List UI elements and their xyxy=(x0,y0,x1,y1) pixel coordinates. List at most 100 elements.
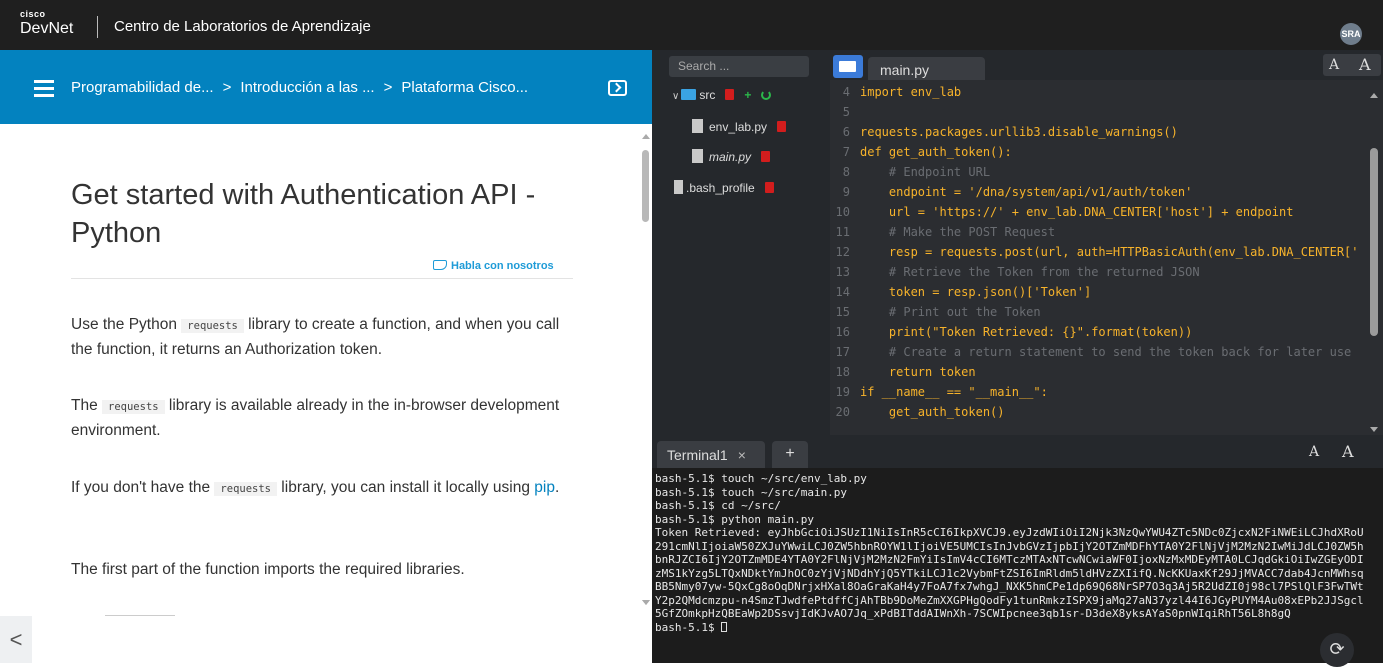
code-text: # Create a return statement to send the … xyxy=(860,345,1352,359)
paragraph-1: Use the Python requests library to creat… xyxy=(71,313,573,362)
breadcrumb: Programabilidad de... > Introducción a las… xyxy=(71,79,528,96)
code-line: 9 endpoint = '/dna/system/api/v1/auth/to… xyxy=(830,182,1193,202)
app-title: Centro de Laboratorios de Aprendizaje xyxy=(114,18,371,35)
file-search-input[interactable]: Search ... xyxy=(669,56,809,77)
scrollbar-thumb[interactable] xyxy=(1370,148,1378,336)
code-text: # Retrieve the Token from the returned J… xyxy=(860,265,1200,279)
trash-icon[interactable] xyxy=(761,151,771,162)
terminal-panel: Terminal1 × + A A bash-5.1$ touch ~/src/e… xyxy=(642,435,1383,667)
terminal-text: bash-5.1$ touch ~/src/env_lab.py bash-5.… xyxy=(655,472,1364,634)
trash-icon[interactable] xyxy=(725,89,735,100)
file-icon xyxy=(692,149,703,163)
code-line: 13 # Retrieve the Token from the returne… xyxy=(830,262,1200,282)
font-increase-button[interactable]: A xyxy=(1359,55,1371,74)
line-number: 17 xyxy=(835,345,850,359)
folder-src[interactable]: ∨ src + xyxy=(672,88,772,106)
lesson-scrollbar[interactable] xyxy=(640,130,652,610)
user-avatar[interactable]: SRA xyxy=(1340,23,1362,45)
logo-cisco-text: cisco xyxy=(20,9,46,19)
line-number: 11 xyxy=(835,225,850,239)
header-divider xyxy=(97,16,98,38)
tab-main-py[interactable]: main.py xyxy=(868,57,985,80)
folder-label: src xyxy=(699,88,716,102)
paragraph-2: The requests library is available alread… xyxy=(71,394,573,443)
code-text: resp = requests.post(url, auth=HTTPBasic… xyxy=(860,245,1359,259)
line-number: 18 xyxy=(835,365,850,379)
pip-link[interactable]: pip xyxy=(534,479,555,496)
font-increase-button[interactable]: A xyxy=(1342,442,1354,461)
terminal-toggle-icon[interactable] xyxy=(608,80,627,96)
add-terminal-button[interactable]: + xyxy=(772,441,808,468)
file-main[interactable]: main.py xyxy=(692,149,771,167)
font-decrease-button[interactable]: A xyxy=(1309,444,1319,460)
line-number: 8 xyxy=(842,165,850,179)
breadcrumb-separator: > xyxy=(383,79,393,96)
editor-font-size-controls: A A xyxy=(1323,54,1381,76)
code-text: # Make the POST Request xyxy=(860,225,1056,239)
code-line: 11 # Make the POST Request xyxy=(830,222,1056,242)
terminal-output[interactable]: bash-5.1$ touch ~/src/env_lab.py bash-5.… xyxy=(655,472,1370,634)
talk-to-us-link[interactable]: Habla con nosotros xyxy=(433,260,554,272)
line-number: 20 xyxy=(835,405,850,419)
plus-icon[interactable]: + xyxy=(744,88,751,102)
title-divider xyxy=(71,278,573,279)
p3-text-post: . xyxy=(554,479,560,496)
p1-inline-code: requests xyxy=(181,319,244,333)
breadcrumb-item-1[interactable]: Programabilidad de... xyxy=(71,79,214,96)
code-text: # Endpoint URL xyxy=(860,165,991,179)
scroll-down-arrow-icon[interactable] xyxy=(1370,427,1378,432)
previous-page-button[interactable]: < xyxy=(0,616,32,663)
p2-inline-code: requests xyxy=(102,400,165,414)
trash-icon[interactable] xyxy=(764,182,774,193)
refresh-icon[interactable] xyxy=(761,90,772,100)
breadcrumb-item-2[interactable]: Introducción a las ... xyxy=(240,79,374,96)
breadcrumb-separator: > xyxy=(222,79,232,96)
lesson-pane: Programabilidad de... > Introducción a las… xyxy=(0,50,652,663)
line-number: 5 xyxy=(842,105,850,119)
line-number: 14 xyxy=(835,285,850,299)
folder-icon xyxy=(681,89,697,100)
hamburger-icon[interactable] xyxy=(34,80,54,97)
folder-toggle-icon[interactable] xyxy=(833,55,863,78)
code-line: 18 return token xyxy=(830,362,976,382)
reload-icon[interactable]: ⟳ xyxy=(1320,633,1354,667)
line-number: 9 xyxy=(842,185,850,199)
scroll-down-arrow-icon[interactable] xyxy=(642,600,650,605)
code-text: requests.packages.urllib3.disable_warnin… xyxy=(860,125,1178,139)
code-text: import env_lab xyxy=(860,85,962,99)
font-decrease-button[interactable]: A xyxy=(1329,57,1339,73)
scroll-up-arrow-icon[interactable] xyxy=(642,134,650,139)
file-explorer: Search ... ∨ src + env_lab.py main.py .bas… xyxy=(652,50,822,435)
ide-pane: Search ... ∨ src + env_lab.py main.py .bas… xyxy=(642,50,1383,667)
line-number: 19 xyxy=(835,385,850,399)
p2-text-pre: The xyxy=(71,397,103,414)
code-line: 15 # Print out the Token xyxy=(830,302,1041,322)
terminal-font-size-controls: A A xyxy=(1300,441,1380,467)
code-area[interactable]: 4 import env_lab 5 6 requests.packages.urlli… xyxy=(830,82,1365,435)
tab-terminal1[interactable]: Terminal1 × xyxy=(657,441,765,468)
code-line: 8 # Endpoint URL xyxy=(830,162,990,182)
code-text: if __name__ == "__main__": xyxy=(860,385,1048,399)
file-bash-profile[interactable]: .bash_profile xyxy=(674,180,774,198)
scroll-up-arrow-icon[interactable] xyxy=(1370,93,1378,98)
code-line: 19 if __name__ == "__main__": xyxy=(830,382,1048,402)
file-icon xyxy=(674,180,683,194)
close-icon[interactable]: × xyxy=(738,447,746,463)
file-env-lab[interactable]: env_lab.py xyxy=(692,119,787,137)
code-line: 20 get_auth_token() xyxy=(830,402,1005,422)
paragraph-4: The first part of the function imports t… xyxy=(71,561,465,578)
code-text: get_auth_token() xyxy=(860,405,1005,419)
scrollbar-thumb[interactable] xyxy=(642,150,649,222)
file-label: .bash_profile xyxy=(686,181,755,195)
file-label: env_lab.py xyxy=(709,120,768,134)
chevron-down-icon[interactable]: ∨ xyxy=(672,91,679,102)
trash-icon[interactable] xyxy=(777,121,787,132)
p3-text-pre: If you don't have the xyxy=(71,479,215,496)
talk-to-us-label: Habla con nosotros xyxy=(451,260,554,272)
code-text: token = resp.json()['Token'] xyxy=(860,285,1092,299)
line-number: 15 xyxy=(835,305,850,319)
editor-scrollbar[interactable] xyxy=(1365,82,1383,435)
breadcrumb-item-3[interactable]: Plataforma Cisco... xyxy=(401,79,528,96)
devnet-logo[interactable]: cisco DevNet xyxy=(20,10,73,37)
lesson-content: Get started with Authentication API - Py… xyxy=(71,124,573,578)
